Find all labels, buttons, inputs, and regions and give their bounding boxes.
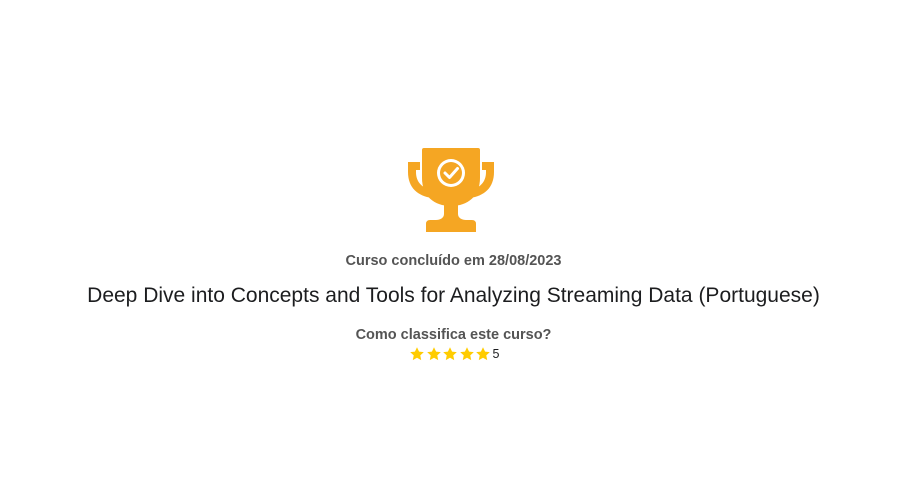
course-completion-page: Curso concluído em 28/08/2023 Deep Dive … [0, 0, 907, 496]
star-icon[interactable] [459, 346, 475, 362]
rating-question: Como classifica este curso? [355, 327, 552, 343]
star-icon[interactable] [409, 346, 425, 362]
course-title: Deep Dive into Concepts and Tools for An… [87, 284, 820, 307]
rating-value: 5 [492, 347, 500, 361]
star-icon[interactable] [442, 346, 458, 362]
star-rating[interactable]: 5 [409, 345, 499, 363]
star-icon[interactable] [475, 346, 491, 362]
star-icon[interactable] [426, 346, 442, 362]
trophy-icon [408, 148, 494, 232]
completion-date-label: Curso concluído em 28/08/2023 [345, 253, 562, 269]
